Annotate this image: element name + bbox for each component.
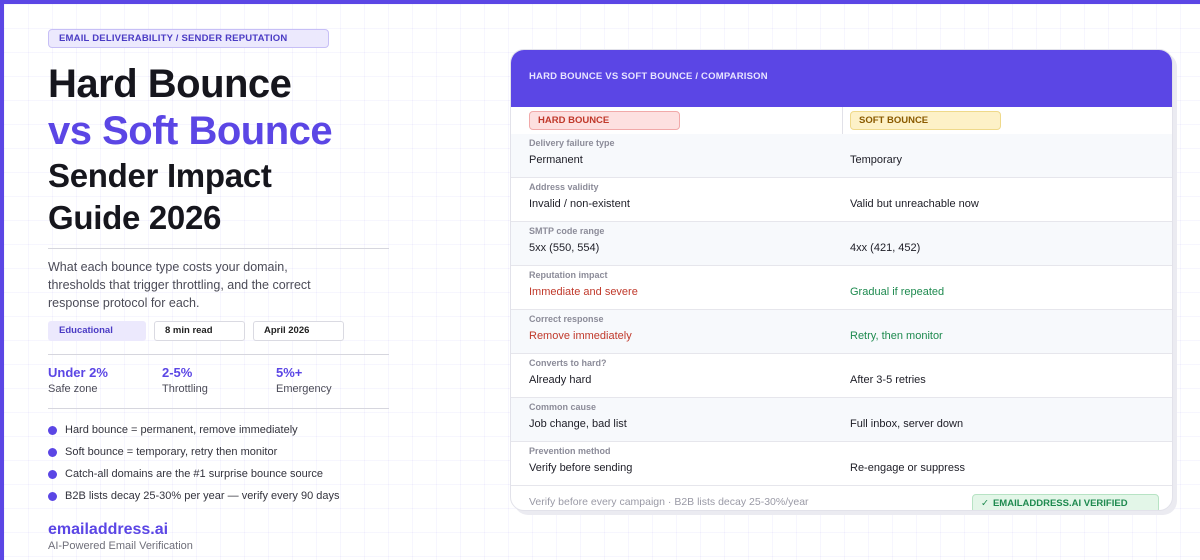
soft-value: Full inbox, server down (850, 418, 964, 430)
stat-emergency: 5%+ Emergency (276, 365, 390, 397)
soft-value: Re-engage or suppress (850, 462, 965, 474)
hero-section: EMAIL DELIVERABILITY / SENDER REPUTATION… (48, 28, 393, 507)
stat-value: 2-5% (162, 365, 193, 380)
row-label: Prevention method (529, 446, 611, 456)
stat-label: Throttling (162, 383, 208, 395)
subtitle: Sender Impact Guide 2026 (48, 155, 393, 239)
hard-value: Permanent (529, 154, 583, 166)
verified-badge-label: EMAILADDRESS.AI VERIFIED (992, 498, 1128, 509)
key-points-list: Hard bounce = permanent, remove immediat… (48, 419, 393, 507)
stat-value: 5%+ (276, 365, 303, 380)
table-row: Address validity Invalid / non-existent … (511, 178, 1172, 222)
bullet-dot-icon (48, 491, 57, 501)
row-label: SMTP code range (529, 226, 605, 236)
table-row: Common cause Job change, bad list Full i… (511, 398, 1172, 442)
title-line-1: Hard Bounce (48, 62, 292, 106)
subtitle-line-2: Guide 2026 (48, 199, 222, 236)
table-row: SMTP code range 5xx (550, 554) 4xx (421,… (511, 222, 1172, 266)
page-title: Hard Bounce vs Soft Bounce (48, 61, 393, 155)
divider (48, 354, 389, 355)
tag-category: Educational (48, 321, 146, 341)
list-item: Soft bounce = temporary, retry then moni… (48, 441, 393, 463)
verified-badge: ✓ EMAILADDRESS.AI VERIFIED (972, 494, 1159, 510)
soft-bounce-badge: SOFT BOUNCE (850, 111, 1001, 130)
table-row: Correct response Remove immediately Retr… (511, 310, 1172, 354)
footer-note: Verify before every campaign · B2B lists… (529, 496, 809, 508)
hard-value: Invalid / non-existent (529, 198, 630, 210)
list-item: Hard bounce = permanent, remove immediat… (48, 419, 393, 441)
soft-value: 4xx (421, 452) (850, 242, 921, 254)
row-label: Common cause (529, 402, 597, 412)
bullet-dot-icon (48, 447, 57, 457)
table-row: Delivery failure type Permanent Temporar… (511, 134, 1172, 178)
divider (48, 408, 389, 409)
comparison-footer: Verify before every campaign · B2B lists… (511, 486, 1172, 510)
brand-tagline: AI-Powered Email Verification (48, 540, 193, 552)
stats-row: Under 2% Safe zone 2-5% Throttling 5%+ E… (48, 365, 393, 397)
bullet-dot-icon (48, 469, 57, 479)
comparison-table: Delivery failure type Permanent Temporar… (511, 134, 1172, 486)
list-item: Catch-all domains are the #1 surprise bo… (48, 463, 393, 485)
table-row: Prevention method Verify before sending … (511, 442, 1172, 486)
check-icon: ✓ (981, 498, 989, 509)
title-line-2: vs Soft Bounce (48, 109, 333, 153)
brand-name[interactable]: emailaddress.ai (48, 521, 168, 539)
tag-read-time: 8 min read (154, 321, 245, 341)
row-label: Reputation impact (529, 270, 608, 280)
hard-value: Immediate and severe (529, 286, 638, 298)
list-item-text: Catch-all domains are the #1 surprise bo… (65, 468, 324, 480)
hard-value: 5xx (550, 554) (529, 242, 600, 254)
stat-value: Under 2% (48, 365, 108, 380)
eyebrow-label: EMAIL DELIVERABILITY / SENDER REPUTATION (48, 29, 329, 48)
table-row: Reputation impact Immediate and severe G… (511, 266, 1172, 310)
soft-value: After 3-5 retries (850, 374, 926, 386)
stat-throttling: 2-5% Throttling (162, 365, 276, 397)
row-label: Correct response (529, 314, 604, 324)
list-item-text: Soft bounce = temporary, retry then moni… (65, 446, 278, 458)
list-item-text: B2B lists decay 25-30% per year — verify… (65, 490, 340, 502)
row-label: Delivery failure type (529, 138, 615, 148)
tag-list: Educational 8 min read April 2026 (48, 321, 393, 341)
stat-label: Emergency (276, 383, 332, 395)
list-item: B2B lists decay 25-30% per year — verify… (48, 485, 393, 507)
comparison-header: HARD BOUNCE VS SOFT BOUNCE / COMPARISON (511, 50, 1172, 107)
bullet-dot-icon (48, 425, 57, 435)
divider (48, 248, 389, 249)
stat-label: Safe zone (48, 383, 98, 395)
tag-date: April 2026 (253, 321, 344, 341)
description: What each bounce type costs your domain,… (48, 260, 311, 310)
soft-value: Temporary (850, 154, 902, 166)
hard-value: Job change, bad list (529, 418, 627, 430)
hard-bounce-badge: HARD BOUNCE (529, 111, 680, 130)
column-headers: HARD BOUNCE SOFT BOUNCE (511, 107, 1172, 134)
comparison-card: HARD BOUNCE VS SOFT BOUNCE / COMPARISON … (510, 49, 1173, 511)
hard-value: Verify before sending (529, 462, 633, 474)
row-label: Converts to hard? (529, 358, 607, 368)
list-item-text: Hard bounce = permanent, remove immediat… (65, 424, 298, 436)
stat-safe-zone: Under 2% Safe zone (48, 365, 162, 397)
hard-value: Already hard (529, 374, 592, 386)
soft-value: Gradual if repeated (850, 286, 945, 298)
column-divider (842, 107, 843, 134)
subtitle-line-1: Sender Impact (48, 157, 272, 194)
soft-value: Retry, then monitor (850, 330, 943, 342)
soft-value: Valid but unreachable now (850, 198, 979, 210)
hard-value: Remove immediately (529, 330, 632, 342)
row-label: Address validity (529, 182, 599, 192)
table-row: Converts to hard? Already hard After 3-5… (511, 354, 1172, 398)
